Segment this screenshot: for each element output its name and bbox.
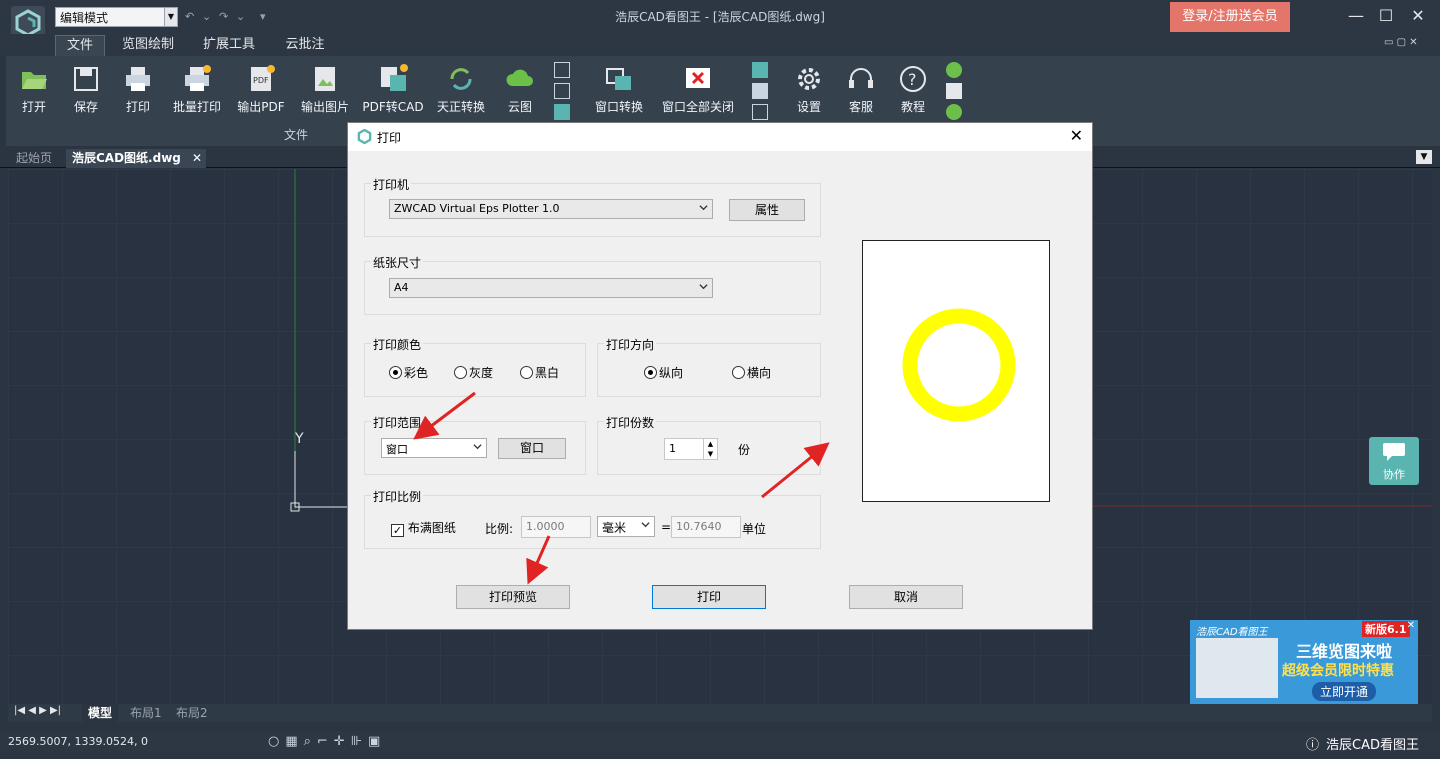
app-window: 编辑模式 ▼ ↶ ⌄ ↷ ⌄ ▾ 浩辰CAD看图王 - [浩辰CAD图纸.dwg… (0, 0, 1440, 759)
annotation-arrows (413, 391, 830, 585)
